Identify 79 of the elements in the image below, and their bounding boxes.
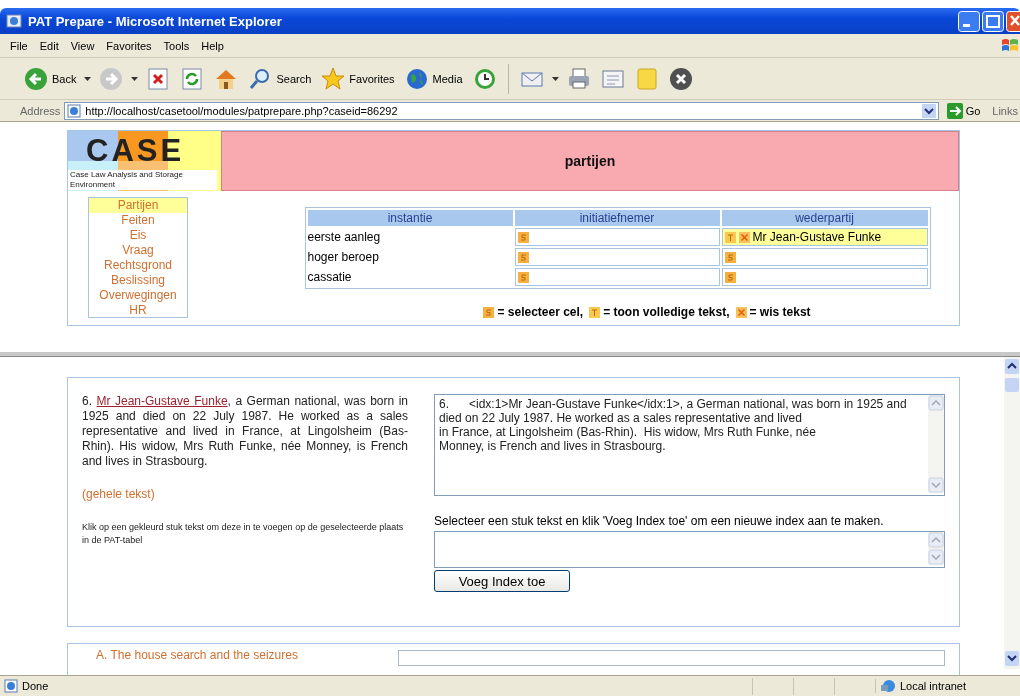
- show-text-icon[interactable]: [724, 231, 736, 243]
- window-title: PAT Prepare - Microsoft Internet Explorer: [28, 13, 283, 29]
- menu-item[interactable]: Favorites: [100, 37, 158, 54]
- legend-text: = wis tekst: [749, 305, 811, 319]
- printer-icon[interactable]: [566, 66, 591, 91]
- network-icon: [880, 679, 896, 693]
- select-icon[interactable]: [724, 271, 736, 283]
- section-link[interactable]: A. The house search and the seizures: [96, 646, 298, 675]
- text-area[interactable]: [397, 650, 945, 666]
- links-button[interactable]: Links: [992, 104, 1020, 117]
- menu-item[interactable]: Help: [195, 37, 230, 54]
- dropdown-arrow-icon[interactable]: [551, 76, 559, 81]
- column-header: initiatiefnemer: [514, 210, 720, 226]
- menu-item[interactable]: Edit: [33, 37, 65, 54]
- star-icon: [321, 66, 346, 91]
- dropdown-arrow-icon[interactable]: [131, 76, 139, 81]
- toolbar-button[interactable]: Search: [246, 64, 314, 93]
- select-icon: [483, 306, 495, 318]
- paragraph-text: 6. Mr Jean-Gustave Funke, a German national, was born in 1925 and died on 22 July 1987. He worked as a sales representative and lived in France, at Lingolsheim (Bas-Rhin). His widow, Mrs Ruth Funke, née Monney, is French and lives in Strasbourg.: [82, 394, 408, 469]
- column-header: instantie: [307, 210, 513, 226]
- nav-link[interactable]: Rechtsgrond: [89, 258, 187, 273]
- table-cell-text: cassatie: [307, 269, 353, 286]
- select-icon[interactable]: [517, 251, 529, 263]
- clock-icon[interactable]: [472, 66, 497, 91]
- instruction-text: Selecteer een stuk tekst en klik 'Voeg Index toe' om een nieuwe index aan te maken.: [434, 514, 885, 528]
- show-text-icon: [589, 306, 601, 318]
- go-arrow-icon: [946, 102, 963, 119]
- table-cell[interactable]: Mr Jean-Gustave Funke: [721, 228, 928, 246]
- address-field[interactable]: http://localhost/casetool/modules/patprepare.php?caseid=86292: [64, 101, 939, 120]
- table-cell[interactable]: [721, 248, 928, 266]
- refresh-icon[interactable]: [180, 66, 205, 91]
- source-text-area[interactable]: 6. <idx:1>Mr Jean-Gustave Funke</idx:1>, a German national, was born in 1925 and died on 22 July 1987. He worked as a sales representative and lived in France, at Lingolsheim (Bas-Rhin). His widow, Mrs Ruth Funke, née Monney, is French and lives in Strasbourg.: [434, 394, 945, 496]
- scrollbar-drawing[interactable]: [928, 395, 944, 493]
- nav-link[interactable]: Feiten: [89, 213, 187, 228]
- page-header: partijen: [221, 131, 959, 191]
- menu-item[interactable]: File: [4, 37, 34, 54]
- maximize-button[interactable]: [982, 10, 1004, 32]
- status-text: Done: [22, 680, 49, 692]
- go-button[interactable]: Go: [942, 102, 989, 119]
- legend-text: = selecteer cel,: [497, 305, 584, 319]
- table-cell[interactable]: [721, 268, 928, 286]
- nav-link[interactable]: Beslissing: [89, 273, 187, 288]
- full-text-link[interactable]: (gehele tekst): [82, 487, 408, 501]
- dropdown-arrow-icon[interactable]: [84, 76, 92, 81]
- close-icon[interactable]: [668, 66, 693, 91]
- menu-item[interactable]: View: [64, 37, 101, 54]
- table-cell-text: hoger beroep: [307, 249, 380, 266]
- app-icon: [6, 13, 22, 29]
- column-header: wederpartij: [721, 210, 928, 226]
- globe-icon: [404, 66, 429, 91]
- scrollbar-drawing[interactable]: [928, 532, 944, 565]
- table-cell[interactable]: [514, 228, 720, 246]
- toolbar-button[interactable]: Back: [22, 64, 79, 93]
- minimize-button[interactable]: [958, 10, 980, 32]
- select-icon[interactable]: [517, 271, 529, 283]
- page-icon: [67, 103, 82, 118]
- page-scrollbar[interactable]: [1004, 357, 1020, 669]
- page-icon: [4, 679, 18, 693]
- nav-link[interactable]: Overwegingen: [89, 288, 187, 303]
- toolbar-button[interactable]: Favorites: [319, 64, 397, 93]
- select-icon[interactable]: [517, 231, 529, 243]
- clear-icon: [735, 306, 747, 318]
- add-index-button[interactable]: Voeg Index toe: [434, 570, 570, 592]
- index-text-area[interactable]: [434, 531, 945, 568]
- table-cell-text: eerste aanleg: [307, 229, 382, 246]
- legend-text: = toon volledige tekst,: [603, 305, 730, 319]
- table-cell[interactable]: [514, 268, 720, 286]
- zone-text: Local intranet: [900, 680, 967, 692]
- stop-icon[interactable]: [146, 66, 171, 91]
- toolbar-button[interactable]: Media: [402, 64, 465, 93]
- select-icon[interactable]: [724, 251, 736, 263]
- table-cell[interactable]: [514, 248, 720, 266]
- address-label: Address: [20, 104, 61, 117]
- nav-link[interactable]: Vraag: [89, 243, 187, 258]
- hint-text: Klik op een gekleurd stuk tekst om deze in te voegen op de geselecteerde plaats in de PAT-tabel: [82, 521, 405, 547]
- clear-icon[interactable]: [738, 231, 750, 243]
- party-link[interactable]: Mr Jean-Gustave Funke: [96, 394, 228, 408]
- close-button[interactable]: [1006, 10, 1020, 32]
- menu-item[interactable]: Tools: [157, 37, 196, 54]
